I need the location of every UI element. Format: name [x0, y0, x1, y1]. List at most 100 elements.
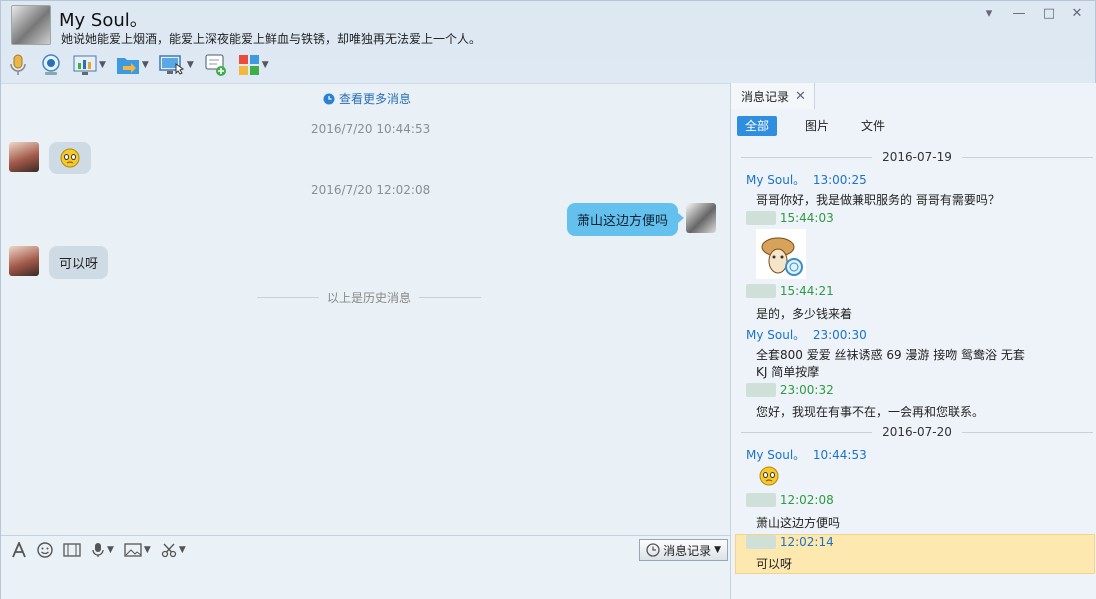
new-discussion-button[interactable]: [204, 52, 228, 78]
history-sender-header: 12:02:08: [746, 493, 834, 507]
history-message[interactable]: 萧山这边方便吗: [756, 514, 840, 531]
divider-line: [741, 431, 873, 433]
history-message[interactable]: 全套800 爱爱 丝袜诱惑 69 漫游 接吻 鸳鸯浴 无套: [756, 346, 1025, 363]
chevron-down-icon[interactable]: ▼: [107, 545, 114, 555]
sender-name-redacted: [746, 383, 776, 397]
message-bubble-emoji[interactable]: [49, 142, 91, 174]
sender-name: My Soul。: [746, 173, 806, 187]
sender-name-redacted: [746, 493, 776, 507]
date-separator: 2016-07-20: [741, 425, 1093, 439]
filter-files[interactable]: 文件: [853, 116, 893, 136]
history-sender-header: 15:44:21: [746, 284, 834, 298]
minimize-button[interactable]: —: [1009, 5, 1029, 23]
font-button[interactable]: [11, 541, 27, 558]
message-history-button[interactable]: 消息记录 ▼: [639, 539, 728, 561]
crying-emoji-icon: [60, 148, 80, 168]
screenshot-button[interactable]: ▼: [161, 542, 186, 558]
divider-line: [961, 156, 1093, 158]
sticker-image-icon[interactable]: [756, 229, 806, 279]
history-message[interactable]: 您好，我现在有事不在，一会再和您联系。: [756, 403, 984, 420]
contact-avatar-small[interactable]: [9, 142, 39, 172]
message-bubble-self[interactable]: 萧山这边方便吗: [567, 203, 685, 236]
mic-icon: [92, 542, 104, 557]
history-message[interactable]: 可以呀: [756, 555, 792, 572]
message-time: 12:02:14: [779, 535, 834, 549]
date-label: 2016-07-19: [882, 150, 952, 164]
message-time: 15:44:03: [779, 211, 834, 225]
monitor-chart-icon: [73, 55, 97, 75]
folder-arrow-icon: [116, 58, 139, 74]
image-icon: [124, 542, 142, 557]
sender-name-redacted: [746, 211, 776, 225]
history-message-continued[interactable]: KJ 简单按摩: [756, 363, 819, 380]
sender-name-redacted: [746, 535, 776, 549]
history-message[interactable]: 是的，多少钱来着: [756, 305, 852, 322]
chevron-down-icon[interactable]: ▼: [187, 60, 194, 70]
date-label: 2016-07-20: [882, 425, 952, 439]
chat-window: My Soul。 她说她能爱上烟酒，能爱上深夜能爱上鲜血与铁锈，却唯独再无法爱上…: [0, 0, 1096, 599]
clock-icon: [323, 93, 335, 104]
apps-button[interactable]: ▼: [238, 52, 269, 78]
scissors-icon: [161, 543, 176, 557]
message-bubble-peer[interactable]: 可以呀: [49, 246, 109, 279]
history-panel: 消息记录 ✕ 全部 图片 文件 2016-07-19 My Soul。 13:0…: [730, 83, 1096, 599]
microphone-icon: [10, 54, 26, 75]
contact-signature: 她说她能爱上烟酒，能爱上深夜能爱上鲜血与铁锈，却唯独再无法爱上一个人。: [61, 32, 482, 46]
voice-message-button[interactable]: ▼: [91, 542, 114, 558]
clock-icon: [646, 543, 660, 557]
video-call-button[interactable]: [39, 52, 63, 78]
divider-line: [419, 297, 482, 298]
history-sender-header: My Soul。 10:44:53: [746, 446, 867, 463]
film-icon: [63, 542, 81, 557]
date-separator: 2016-07-19: [741, 150, 1093, 164]
history-message[interactable]: 哥哥你好，我是做兼职服务的 哥哥有需要吗？: [756, 191, 1000, 208]
apps-grid-icon: [238, 55, 259, 75]
close-icon[interactable]: ✕: [795, 89, 806, 104]
screen-share-button[interactable]: ▼: [73, 52, 106, 78]
chevron-down-icon[interactable]: ▼: [99, 60, 106, 70]
webcam-icon: [42, 54, 60, 75]
message-time: 10:44:53: [812, 448, 867, 462]
input-toolbar: ▼ ▼ ▼ 消息记录 ▼: [1, 535, 730, 563]
emoji-button[interactable]: [37, 541, 53, 558]
contact-avatar-small[interactable]: [9, 246, 39, 276]
chevron-down-icon[interactable]: ▼: [142, 60, 149, 70]
maximize-button[interactable]: □: [1039, 5, 1059, 23]
history-sender-header: 23:00:32: [746, 383, 834, 397]
voice-call-button[interactable]: [7, 52, 29, 78]
message-history-label: 消息记录: [663, 543, 712, 558]
chat-header: My Soul。 她说她能爱上烟酒，能爱上深夜能爱上鲜血与铁锈，却唯独再无法爱上…: [1, 1, 1095, 83]
remote-desktop-button[interactable]: ▼: [159, 52, 194, 78]
message-time: 12:02:08: [779, 493, 834, 507]
crying-emoji-icon[interactable]: [758, 466, 780, 486]
timestamp: 2016/7/20 12:02:08: [311, 183, 431, 197]
contact-name[interactable]: My Soul。: [59, 6, 148, 32]
divider-line: [961, 431, 1093, 433]
send-file-button[interactable]: ▼: [116, 52, 149, 78]
history-divider: 以上是历史消息: [257, 289, 482, 306]
gif-button[interactable]: [63, 542, 81, 558]
chat-add-icon: [205, 54, 226, 76]
close-button[interactable]: ✕: [1067, 5, 1087, 23]
history-sender-header: 15:44:03: [746, 211, 834, 225]
send-image-button[interactable]: ▼: [124, 542, 151, 557]
history-label: 以上是历史消息: [327, 291, 412, 305]
message-input[interactable]: [1, 563, 730, 599]
self-avatar[interactable]: [686, 203, 716, 233]
filter-all[interactable]: 全部: [737, 116, 778, 136]
remote-desktop-icon: [159, 55, 184, 75]
view-more-messages-link[interactable]: 查看更多消息: [323, 90, 411, 107]
chevron-down-icon[interactable]: ▼: [714, 545, 721, 555]
contact-avatar[interactable]: [11, 5, 51, 45]
message-area[interactable]: 查看更多消息 2016/7/20 10:44:53 2016/7/20 12:0…: [1, 83, 730, 535]
chevron-down-icon[interactable]: ▼: [179, 545, 186, 555]
dropdown-menu-icon[interactable]: ▾: [979, 5, 999, 23]
chevron-down-icon[interactable]: ▼: [262, 60, 269, 70]
message-time: 23:00:30: [812, 328, 867, 342]
tab-message-history[interactable]: 消息记录 ✕: [731, 83, 815, 109]
message-time: 15:44:21: [779, 284, 834, 298]
filter-images[interactable]: 图片: [797, 116, 837, 136]
history-sender-header: My Soul。 13:00:25: [746, 171, 867, 188]
chevron-down-icon[interactable]: ▼: [144, 545, 151, 555]
history-sender-header: My Soul。 23:00:30: [746, 326, 867, 343]
